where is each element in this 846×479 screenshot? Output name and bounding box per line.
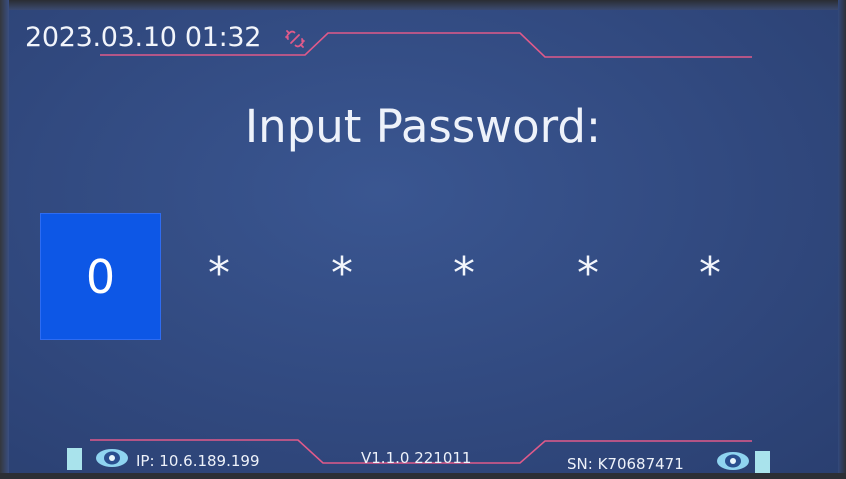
eye-icon bbox=[717, 452, 749, 470]
digit-value: 0 bbox=[85, 249, 116, 304]
password-digit-masked[interactable]: * bbox=[199, 248, 239, 300]
battery-indicator-right bbox=[755, 451, 770, 473]
password-digit-selected[interactable]: 0 bbox=[40, 213, 161, 340]
battery-indicator-left bbox=[67, 448, 82, 470]
password-digit-masked[interactable]: * bbox=[444, 248, 484, 300]
device-screen: 2023.03.10 01:32 Input Password: 0 * * *… bbox=[0, 0, 846, 479]
datetime-display: 2023.03.10 01:32 bbox=[25, 22, 262, 53]
password-digit-masked[interactable]: * bbox=[568, 248, 608, 300]
ip-address: IP: 10.6.189.199 bbox=[136, 452, 260, 470]
serial-number: SN: K70687471 bbox=[567, 455, 684, 473]
eye-icon bbox=[96, 449, 128, 467]
password-digit-masked[interactable]: * bbox=[690, 248, 730, 300]
page-title: Input Password: bbox=[244, 100, 602, 153]
firmware-version: V1.1.0 221011 bbox=[361, 449, 472, 467]
broken-link-icon bbox=[285, 30, 305, 48]
password-digit-masked[interactable]: * bbox=[322, 248, 362, 300]
